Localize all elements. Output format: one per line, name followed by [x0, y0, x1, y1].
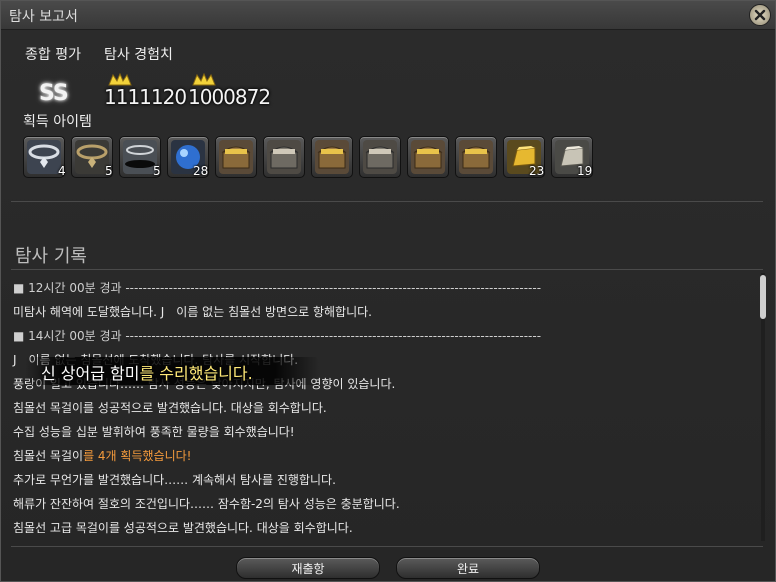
gold-necklace-icon	[75, 140, 109, 174]
treasure-chest-icon	[219, 140, 253, 174]
toast-prefix: 신 상어급 함미	[41, 364, 140, 383]
treasure-chest-icon	[363, 140, 397, 174]
window-title: 탐사 보고서	[9, 9, 78, 25]
close-icon	[754, 9, 766, 21]
log-line: ■ 12시간 00분 경과 --------------------------…	[13, 281, 542, 295]
log-line-prefix: 침몰선 목걸이	[13, 449, 84, 463]
divider	[11, 201, 763, 202]
log-line: 수집 성능을 십분 발휘하여 풍족한 물량을 회수했습니다!	[13, 425, 295, 439]
title-bar[interactable]: 탐사 보고서	[1, 1, 775, 30]
black-ring-icon	[123, 140, 157, 174]
log-line: 침몰선 목걸이를 성공적으로 발견했습니다. 대상을 회수합니다.	[13, 401, 327, 415]
exp-value-2: 1000872	[188, 85, 271, 109]
exploration-report-window: 탐사 보고서 종합 평가 탐사 경험치 SS 1111120 1000872 획…	[0, 0, 776, 582]
divider	[11, 546, 763, 547]
item-qty: 23	[529, 164, 545, 178]
log-line: ■ 14시간 00분 경과 --------------------------…	[13, 329, 542, 343]
redeploy-button[interactable]: 재출항	[236, 557, 380, 579]
treasure-chest-icon	[267, 140, 301, 174]
toast-highlight: 를 수리했습니다.	[139, 364, 253, 383]
log-line: 해류가 잔잔하여 절호의 조건입니다…… 잠수함-2의 탐사 성능은 충분합니다…	[13, 497, 400, 511]
item-qty: 5	[153, 164, 161, 178]
log-line-highlight: 를 4개 획득했습니다!	[83, 449, 192, 463]
item-slot-treasure-chest[interactable]	[455, 136, 497, 178]
acquired-items-label: 획득 아이템	[23, 114, 92, 130]
rank-value: SS	[39, 81, 69, 106]
overall-rating-label: 종합 평가	[25, 47, 81, 63]
log-scrollbar-thumb[interactable]	[760, 275, 766, 319]
item-slot-treasure-chest[interactable]	[263, 136, 305, 178]
item-qty: 28	[193, 164, 209, 178]
exploration-log[interactable]: ■ 12시간 00분 경과 --------------------------…	[11, 271, 763, 541]
treasure-chest-icon	[411, 140, 445, 174]
treasure-chest-icon	[459, 140, 493, 174]
item-qty: 5	[105, 164, 113, 178]
item-slot-treasure-chest[interactable]	[215, 136, 257, 178]
treasure-chest-icon	[315, 140, 349, 174]
close-button[interactable]	[749, 4, 771, 26]
log-line: 미탐사 해역에 도달했습니다. J 이름 없는 침몰선 방면으로 항해합니다.	[13, 305, 372, 319]
log-line: 침몰선 목걸이를 4개 획득했습니다!	[13, 447, 191, 464]
notification-toast: 신 상어급 함미를 수리했습니다.	[41, 360, 253, 384]
silver-necklace-icon	[27, 140, 61, 174]
log-title: 탐사 기록	[15, 246, 87, 267]
item-slot-treasure-chest[interactable]	[311, 136, 353, 178]
item-slot-treasure-chest[interactable]	[359, 136, 401, 178]
exp-value-1: 1111120	[104, 85, 187, 109]
log-line: 침몰선 고급 목걸이를 성공적으로 발견했습니다. 대상을 회수합니다.	[13, 521, 353, 535]
divider	[11, 269, 763, 270]
item-slot-treasure-chest[interactable]	[407, 136, 449, 178]
item-qty: 4	[58, 164, 66, 178]
item-qty: 19	[577, 164, 593, 178]
exploration-exp-label: 탐사 경험치	[104, 47, 173, 63]
log-line: 추가로 무언가를 발견했습니다…… 계속해서 탐사를 진행합니다.	[13, 473, 336, 487]
done-button[interactable]: 완료	[396, 557, 540, 579]
